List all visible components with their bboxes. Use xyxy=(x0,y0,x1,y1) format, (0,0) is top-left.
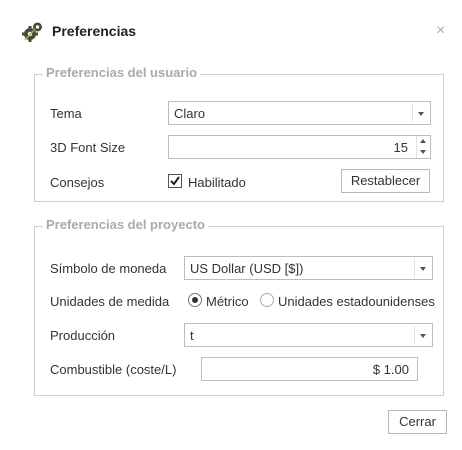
theme-label: Tema xyxy=(50,106,82,121)
checkmark-icon xyxy=(170,176,180,186)
production-label: Producción xyxy=(50,328,116,343)
close-icon[interactable]: × xyxy=(436,23,445,39)
tips-checkbox[interactable] xyxy=(168,174,182,188)
production-select[interactable]: t xyxy=(184,323,433,347)
units-metric-radio[interactable] xyxy=(188,293,202,307)
currency-label: Símbolo de moneda xyxy=(50,261,167,276)
preferences-dialog: Preferencias × Preferencias del usuario … xyxy=(0,0,462,450)
reset-button[interactable]: Restablecer xyxy=(341,169,430,193)
theme-select[interactable]: Claro xyxy=(168,101,431,125)
font-size-spinner xyxy=(416,136,430,158)
chevron-down-icon[interactable] xyxy=(414,326,430,344)
font-size-stepper[interactable]: 15 xyxy=(168,135,431,159)
currency-select-value: US Dollar (USD [$]) xyxy=(190,261,304,276)
close-button[interactable]: Cerrar xyxy=(388,410,447,434)
chevron-up-icon[interactable] xyxy=(417,136,430,147)
production-select-value: t xyxy=(190,328,194,343)
tips-checkbox-label: Habilitado xyxy=(188,175,246,190)
dialog-title: Preferencias xyxy=(52,23,137,39)
chevron-down-icon[interactable] xyxy=(412,104,428,122)
chevron-down-icon[interactable] xyxy=(414,259,430,277)
chevron-down-icon[interactable] xyxy=(417,147,430,158)
gears-icon xyxy=(22,22,42,42)
project-preferences-legend: Preferencias del proyecto xyxy=(43,217,208,232)
units-metric-label: Métrico xyxy=(206,294,249,309)
fuel-label: Combustible (coste/L) xyxy=(50,362,177,377)
currency-select[interactable]: US Dollar (USD [$]) xyxy=(184,256,433,280)
tips-label: Consejos xyxy=(50,175,105,190)
units-us-radio[interactable] xyxy=(260,293,274,307)
fuel-cost-input[interactable]: $ 1.00 xyxy=(201,357,418,381)
units-label: Unidades de medida xyxy=(50,294,170,309)
user-preferences-legend: Preferencias del usuario xyxy=(43,65,201,80)
font-size-value: 15 xyxy=(393,140,408,155)
units-us-label: Unidades estadounidenses xyxy=(278,294,435,309)
theme-select-value: Claro xyxy=(174,106,206,121)
font-size-label: 3D Font Size xyxy=(50,140,126,155)
fuel-cost-value: $ 1.00 xyxy=(372,362,409,377)
